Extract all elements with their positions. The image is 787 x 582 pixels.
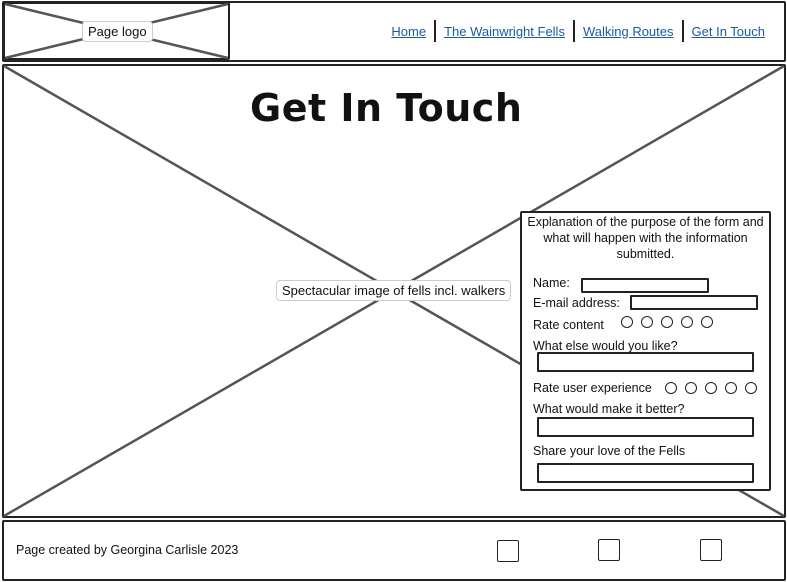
footer-credit: Page created by Georgina Carlisle 2023 [16,543,239,557]
share-input[interactable] [537,463,754,483]
main-nav: Home The Wainwright Fells Walking Routes… [383,20,773,42]
rate-content-radio-1[interactable] [621,316,633,328]
rate-content-radio-4[interactable] [681,316,693,328]
what-else-input[interactable] [537,352,754,372]
logo-label: Page logo [82,21,153,42]
rate-ux-radio-2[interactable] [685,382,697,394]
name-input[interactable] [581,278,709,293]
rate-content-radio-2[interactable] [641,316,653,328]
rate-ux-label: Rate user experience [533,381,652,395]
nav-contact-link[interactable]: Get In Touch [684,24,773,39]
email-label: E-mail address: [533,296,620,310]
what-else-label: What else would you like? [533,339,678,353]
rate-content-radio-3[interactable] [661,316,673,328]
rate-ux-radio-1[interactable] [665,382,677,394]
share-label: Share your love of the Fells [533,444,686,458]
page-title: Get In Touch [250,86,523,130]
rate-ux-radio-3[interactable] [705,382,717,394]
better-label: What would make it better? [533,402,685,416]
social-icon[interactable] [700,539,722,561]
rate-ux-radio-5[interactable] [745,382,757,394]
name-label: Name: [533,276,570,290]
nav-home-link[interactable]: Home [383,24,434,39]
nav-fells-link[interactable]: The Wainwright Fells [436,24,573,39]
better-input[interactable] [537,417,754,437]
social-icon[interactable] [497,540,519,562]
email-input[interactable] [630,295,758,310]
nav-routes-link[interactable]: Walking Routes [575,24,682,39]
rate-content-radio-5[interactable] [701,316,713,328]
rate-ux-radio-4[interactable] [725,382,737,394]
hero-image-label: Spectacular image of fells incl. walkers [276,280,512,301]
social-icon[interactable] [598,539,620,561]
form-explanation: Explanation of the purpose of the form a… [527,215,764,261]
rate-content-label: Rate content [533,318,604,332]
